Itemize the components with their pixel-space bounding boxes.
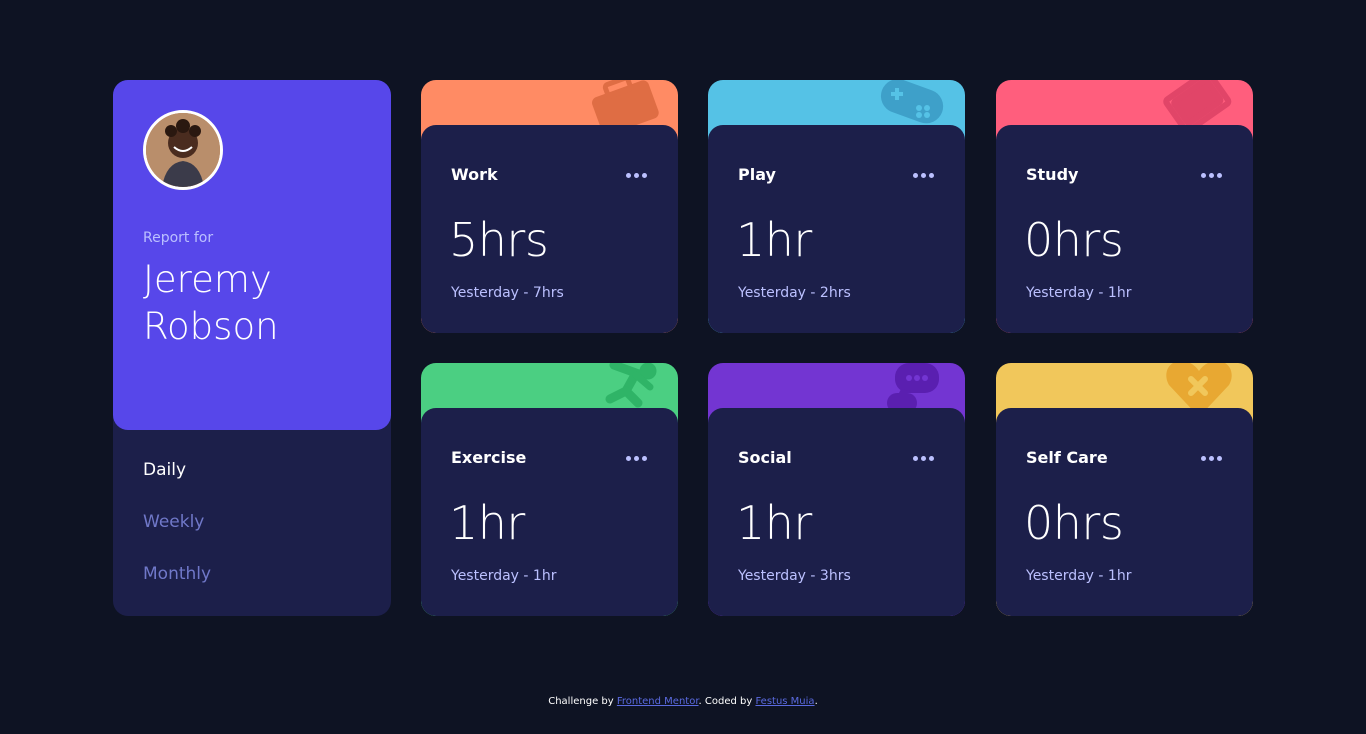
profile-name: Jeremy Robson xyxy=(143,258,279,348)
profile-panel: Report for Jeremy Robson Daily Weekly Mo… xyxy=(113,80,391,616)
ellipsis-icon[interactable] xyxy=(913,454,937,464)
attribution-prefix: Challenge by xyxy=(548,696,617,707)
current-hours: 1hr xyxy=(449,496,525,550)
frontend-mentor-link[interactable]: Frontend Mentor xyxy=(617,696,699,707)
card-work: Work 5hrs Yesterday - 7hrs xyxy=(421,80,678,333)
previous-hours: Yesterday - 1hr xyxy=(1026,568,1132,584)
ellipsis-icon[interactable] xyxy=(1201,454,1225,464)
period-monthly[interactable]: Monthly xyxy=(143,564,211,584)
previous-hours: Yesterday - 1hr xyxy=(1026,285,1132,301)
current-hours: 5hrs xyxy=(449,213,549,267)
attribution-middle: . Coded by xyxy=(698,696,756,707)
ellipsis-icon[interactable] xyxy=(1201,171,1225,181)
card-title: Exercise xyxy=(451,448,527,467)
card-title: Play xyxy=(738,165,776,184)
ellipsis-icon[interactable] xyxy=(626,171,650,181)
profile-header: Report for Jeremy Robson xyxy=(113,80,391,430)
ellipsis-icon[interactable] xyxy=(913,171,937,181)
attribution-suffix: . xyxy=(814,696,818,707)
previous-hours: Yesterday - 2hrs xyxy=(738,285,851,301)
card-body: Study 0hrs Yesterday - 1hr xyxy=(996,125,1253,333)
period-weekly[interactable]: Weekly xyxy=(143,512,204,532)
card-body: Play 1hr Yesterday - 2hrs xyxy=(708,125,965,333)
current-hours: 0hrs xyxy=(1024,213,1124,267)
card-title: Social xyxy=(738,448,792,467)
card-body: Work 5hrs Yesterday - 7hrs xyxy=(421,125,678,333)
card-body: Self Care 0hrs Yesterday - 1hr xyxy=(996,408,1253,616)
card-body: Exercise 1hr Yesterday - 1hr xyxy=(421,408,678,616)
card-body: Social 1hr Yesterday - 3hrs xyxy=(708,408,965,616)
card-exercise: Exercise 1hr Yesterday - 1hr xyxy=(421,363,678,616)
card-title: Work xyxy=(451,165,498,184)
author-link[interactable]: Festus Muia xyxy=(755,696,814,707)
card-title: Study xyxy=(1026,165,1079,184)
previous-hours: Yesterday - 7hrs xyxy=(451,285,564,301)
previous-hours: Yesterday - 3hrs xyxy=(738,568,851,584)
card-play: Play 1hr Yesterday - 2hrs xyxy=(708,80,965,333)
previous-hours: Yesterday - 1hr xyxy=(451,568,557,584)
current-hours: 1hr xyxy=(736,213,812,267)
period-daily[interactable]: Daily xyxy=(143,460,186,480)
card-title: Self Care xyxy=(1026,448,1108,467)
avatar xyxy=(143,110,223,190)
attribution: Challenge by Frontend Mentor. Coded by F… xyxy=(0,696,1366,707)
report-label: Report for xyxy=(143,230,214,246)
card-study: Study 0hrs Yesterday - 1hr xyxy=(996,80,1253,333)
current-hours: 0hrs xyxy=(1024,496,1124,550)
ellipsis-icon[interactable] xyxy=(626,454,650,464)
current-hours: 1hr xyxy=(736,496,812,550)
card-self-care: Self Care 0hrs Yesterday - 1hr xyxy=(996,363,1253,616)
card-social: Social 1hr Yesterday - 3hrs xyxy=(708,363,965,616)
